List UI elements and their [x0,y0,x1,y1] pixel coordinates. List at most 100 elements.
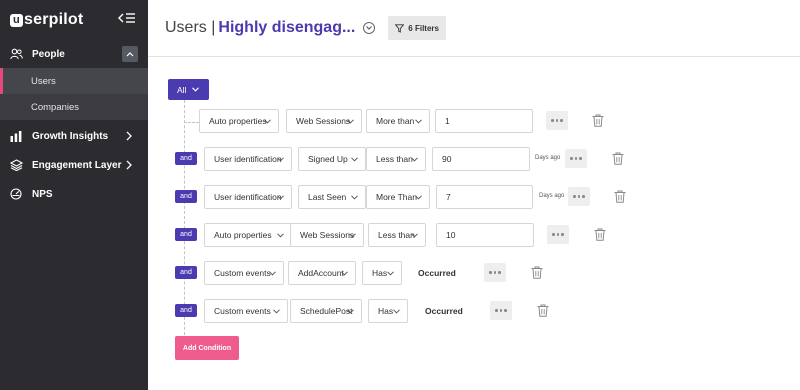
and-operator-badge[interactable]: and [175,190,197,203]
select-value: Web Sessions [296,116,351,126]
sidebar-item-people[interactable]: People [0,40,148,68]
property-select[interactable]: SchedulePost [290,299,362,323]
event-occurrence-label: Occurred [425,306,463,316]
match-all-label: All [177,84,187,95]
chevron-down-icon [349,233,356,238]
event-occurrence-label: Occurred [418,268,456,278]
property-select[interactable]: Web Sessions [286,109,362,133]
and-operator-badge[interactable]: and [175,266,197,279]
property-type-select[interactable]: User identification [204,185,292,209]
operator-select[interactable]: Less than [366,147,426,171]
select-value: Less than [376,154,413,164]
page-title-prefix: Users | [165,19,216,36]
and-operator-badge[interactable]: and [175,152,197,165]
logo-text: serpilot [24,11,84,28]
sidebar-item-nps[interactable]: NPS [0,180,148,208]
select-value: User identification [214,154,282,164]
match-all-dropdown[interactable]: All [168,79,209,100]
property-select[interactable]: Last Seen [298,185,366,209]
segment-name[interactable]: Highly disengag... [218,19,355,36]
delete-condition-icon[interactable] [594,228,606,241]
select-value: User identification [214,192,282,202]
chevron-right-icon [126,131,132,141]
sidebar-item-label: Growth Insights [32,130,109,142]
value-input[interactable]: 90 [432,147,530,171]
logo[interactable]: u serpilot [10,11,83,29]
delete-condition-icon[interactable] [592,114,604,127]
value-unit-label: Days ago [535,155,561,161]
value-input[interactable]: 7 [436,185,533,209]
select-value: More Than [376,192,417,202]
delete-condition-icon[interactable] [537,304,549,317]
chevron-down-icon [264,119,271,124]
chevron-down-icon [347,119,354,124]
operator-select[interactable]: Has [368,299,408,323]
select-value: Last Seen [308,192,347,202]
more-options-icon[interactable] [568,187,590,206]
operator-select[interactable]: Has [362,261,402,285]
and-operator-badge[interactable]: and [175,228,197,241]
sidebar-subitem-companies[interactable]: Companies [0,94,148,120]
sidebar-item-engagement-layer[interactable]: Engagement Layer [0,151,148,179]
property-select[interactable]: Web Sessions [290,223,364,247]
sidebar-subitem-label: Companies [31,101,80,113]
more-options-icon[interactable] [565,149,587,168]
chevron-down-icon[interactable] [363,22,376,34]
property-type-select[interactable]: Custom events [204,299,288,323]
sidebar-item-growth-insights[interactable]: Growth Insights [0,122,148,150]
delete-condition-icon[interactable] [531,266,543,279]
people-icon [9,47,23,61]
operator-select[interactable]: More than [366,109,430,133]
select-value: Custom events [214,306,271,316]
and-operator-badge[interactable]: and [175,304,197,317]
layers-icon [9,158,23,172]
chevron-down-icon [411,157,418,162]
chevron-down-icon [341,271,348,276]
add-condition-button[interactable]: Add Condition [175,336,239,360]
sidebar: u serpilot People Users Companies Growth… [0,0,148,390]
select-value: Signed Up [308,154,348,164]
property-select[interactable]: Signed Up [298,147,366,171]
sidebar-item-label: Engagement Layer [32,159,122,171]
chevron-up-icon[interactable] [122,46,138,62]
more-options-icon[interactable] [546,111,568,130]
more-options-icon[interactable] [490,301,512,320]
filters-button[interactable]: 6 Filters [388,16,446,40]
sidebar-subitem-users[interactable]: Users [0,68,148,94]
property-type-select[interactable]: User identification [204,147,292,171]
filter-icon [395,23,405,33]
chevron-down-icon [192,87,200,92]
chevron-down-icon [347,309,354,314]
select-value: More than [376,116,415,126]
chevron-down-icon [277,157,284,162]
sidebar-item-label: NPS [32,188,53,200]
select-value: Custom events [214,268,271,278]
page-header: Users | Highly disengag... 6 Filters [148,0,800,57]
delete-condition-icon[interactable] [614,190,626,203]
chevron-down-icon [351,157,358,162]
property-type-select[interactable]: Custom events [204,261,284,285]
select-value: Web Sessions [300,230,355,240]
chevron-down-icon [269,271,276,276]
chevron-down-icon [411,233,418,238]
collapse-sidebar-icon[interactable] [118,11,136,25]
chevron-down-icon [273,309,280,314]
property-type-select[interactable]: Auto properties [204,223,292,247]
chevron-down-icon [351,195,358,200]
chevron-down-icon [415,195,422,200]
more-options-icon[interactable] [484,263,506,282]
value-input[interactable]: 10 [436,223,534,247]
value-unit-label: Days ago [539,193,565,199]
chevron-right-icon [126,160,132,170]
property-select[interactable]: AddAccount [288,261,356,285]
bar-chart-icon [9,129,23,143]
select-value: Has [372,268,388,278]
value-input[interactable]: 1 [435,109,533,133]
select-value: Auto properties [209,116,267,126]
operator-select[interactable]: Less than [368,223,426,247]
page-title: Users | Highly disengag... [165,19,355,37]
more-options-icon[interactable] [547,225,569,244]
delete-condition-icon[interactable] [612,152,624,165]
property-type-select[interactable]: Auto properties [199,109,279,133]
operator-select[interactable]: More Than [366,185,430,209]
